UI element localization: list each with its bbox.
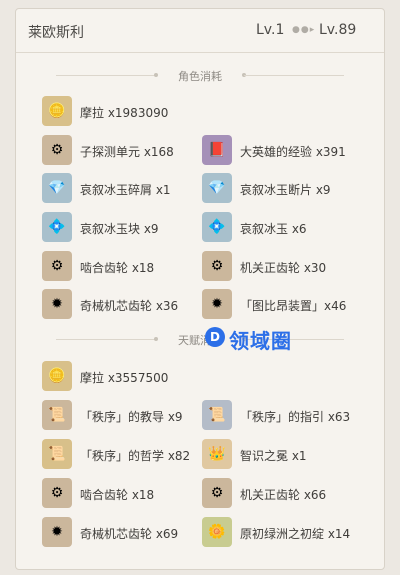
material-item: ⚙ 机关正齿轮 x66 [202,478,372,508]
character-section-header: 角色消耗 [16,67,384,83]
material-item: 💠 哀叙冰玉 x6 [202,212,372,242]
mora-icon: 🪙 [42,361,72,391]
mechanical-spur-gear-icon: ⚙ [202,478,232,508]
material-label: 机关正齿轮 x66 [240,488,327,502]
level-to: Lv.89 [319,22,357,38]
panel-header: 莱欧斯利 Lv.1 ●●▸ Lv.89 [16,9,384,53]
material-item: 🌼 原初绿洲之初绽 x14 [202,517,372,547]
meshing-gear-icon: ⚙ [42,251,72,281]
material-label: 「秩序」的指引 x63 [240,410,351,424]
material-label: 哀叙冰玉 x6 [240,222,307,236]
talent-section-header: 天赋消耗 [16,331,384,347]
material-label: 奇械机芯齿轮 x69 [80,527,179,541]
material-item: 🪙 摩拉 x1983090 [42,96,202,126]
philosophies-of-order-icon: 📜 [42,439,72,469]
material-item: ⚙ 啮合齿轮 x18 [42,478,202,508]
watermark-logo-icon: D [205,327,225,347]
material-label: 「秩序」的哲学 x82 [80,449,191,463]
material-item: 💠 哀叙冰玉块 x9 [42,212,202,242]
sub-detector-unit-icon: ⚙ [42,135,72,165]
guide-to-order-icon: 📜 [202,400,232,430]
level-from: Lv.1 [256,22,285,38]
artificed-gear-icon: ✹ [42,517,72,547]
ice-jade-sliver-icon: 💎 [42,173,72,203]
ice-jade-gemstone-icon: 💠 [202,212,232,242]
mora-icon: 🪙 [42,96,72,126]
material-item: 💎 哀叙冰玉碎屑 x1 [42,173,202,203]
material-label: 「秩序」的教导 x9 [80,410,183,424]
material-label: 「图比昂装置」x46 [240,299,347,313]
material-item: 📜 「秩序」的指引 x63 [202,400,372,430]
material-item: 💎 哀叙冰玉断片 x9 [202,173,372,203]
material-label: 奇械机芯齿轮 x36 [80,299,179,313]
ice-jade-chunk-icon: 💠 [42,212,72,242]
meshing-gear-icon: ⚙ [42,478,72,508]
material-item: ⚙ 啮合齿轮 x18 [42,251,202,281]
mechanical-spur-gear-icon: ⚙ [202,251,232,281]
divider [56,339,156,340]
material-item: ✹ 奇械机芯齿轮 x36 [42,289,202,319]
material-item: 👑 智识之冕 x1 [202,439,372,469]
material-item: ✹ 「图比昂装置」x46 [202,289,372,319]
material-label: 哀叙冰玉碎屑 x1 [80,183,171,197]
material-item: 📜 「秩序」的哲学 x82 [42,439,202,469]
crown-of-insight-icon: 👑 [202,439,232,469]
material-item: 📜 「秩序」的教导 x9 [42,400,202,430]
material-label: 摩拉 x1983090 [80,106,169,120]
divider-dot [154,337,158,341]
heros-wit-icon: 📕 [202,135,232,165]
material-label: 大英雄的经验 x391 [240,145,346,159]
material-item: ⚙ 机关正齿轮 x30 [202,251,372,281]
section-title: 角色消耗 [178,70,222,83]
material-item: 📕 大英雄的经验 x391 [202,135,372,165]
level-arrow-icon: ●●▸ [292,25,316,35]
material-label: 子探测单元 x168 [80,145,174,159]
material-label: 哀叙冰玉块 x9 [80,222,159,236]
material-label: 原初绿洲之初绽 x14 [240,527,351,541]
material-item: ✹ 奇械机芯齿轮 x69 [42,517,202,547]
material-label: 啮合齿轮 x18 [80,261,155,275]
divider [244,75,344,76]
material-label: 啮合齿轮 x18 [80,488,155,502]
material-label: 智识之冕 x1 [240,449,307,463]
material-label: 机关正齿轮 x30 [240,261,327,275]
ice-jade-fragment-icon: 💎 [202,173,232,203]
tourbillon-device-icon: ✹ [202,289,232,319]
character-name: 莱欧斯利 [28,25,84,41]
material-item: ⚙ 子探测单元 x168 [42,135,202,165]
divider-dot [154,73,158,77]
artificed-gear-icon: ✹ [42,289,72,319]
material-label: 摩拉 x3557500 [80,371,169,385]
watermark-text: 领域圈 [229,329,292,353]
divider [56,75,156,76]
watermark: D 领域圈 [205,322,320,353]
material-panel: 莱欧斯利 Lv.1 ●●▸ Lv.89 角色消耗 🪙 摩拉 x1983090 ⚙… [15,8,385,570]
teachings-of-order-icon: 📜 [42,400,72,430]
primordial-greenbloom-icon: 🌼 [202,517,232,547]
material-label: 哀叙冰玉断片 x9 [240,183,331,197]
material-item: 🪙 摩拉 x3557500 [42,361,202,391]
